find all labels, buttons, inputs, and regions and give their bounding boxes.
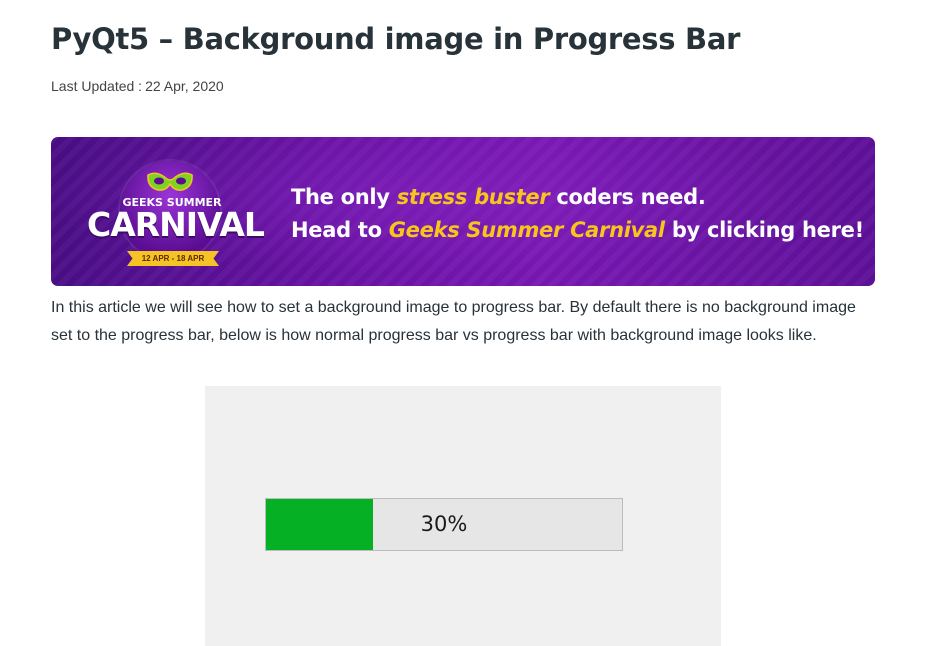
last-updated-date: 22 Apr, 2020 (145, 78, 224, 94)
demo-screenshot: 30% (205, 386, 721, 646)
banner-text: The only stress buster coders need. Head… (291, 181, 864, 247)
carnival-mask-icon (147, 172, 193, 191)
last-updated: Last Updated :22 Apr, 2020 (51, 78, 224, 94)
logo-title: CARNIVAL (87, 205, 265, 244)
banner-line-2: Head to Geeks Summer Carnival by clickin… (291, 218, 864, 242)
article-intro: In this article we will see how to set a… (51, 299, 856, 344)
last-updated-label: Last Updated : (51, 78, 143, 94)
progress-bar-text: 30% (420, 512, 468, 536)
carnival-logo: GEEKS SUMMER CARNIVAL 12 APR - 18 APR (87, 155, 265, 270)
page-title: PyQt5 – Background image in Progress Bar (51, 22, 741, 56)
promo-banner[interactable]: GEEKS SUMMER CARNIVAL 12 APR - 18 APR Th… (51, 137, 875, 286)
banner-highlight: Geeks Summer Carnival (388, 218, 665, 242)
banner-highlight: stress buster (396, 185, 550, 209)
banner-line-1: The only stress buster coders need. (291, 185, 706, 209)
logo-dates-ribbon: 12 APR - 18 APR (127, 251, 219, 266)
progress-bar: 30% (265, 498, 623, 551)
